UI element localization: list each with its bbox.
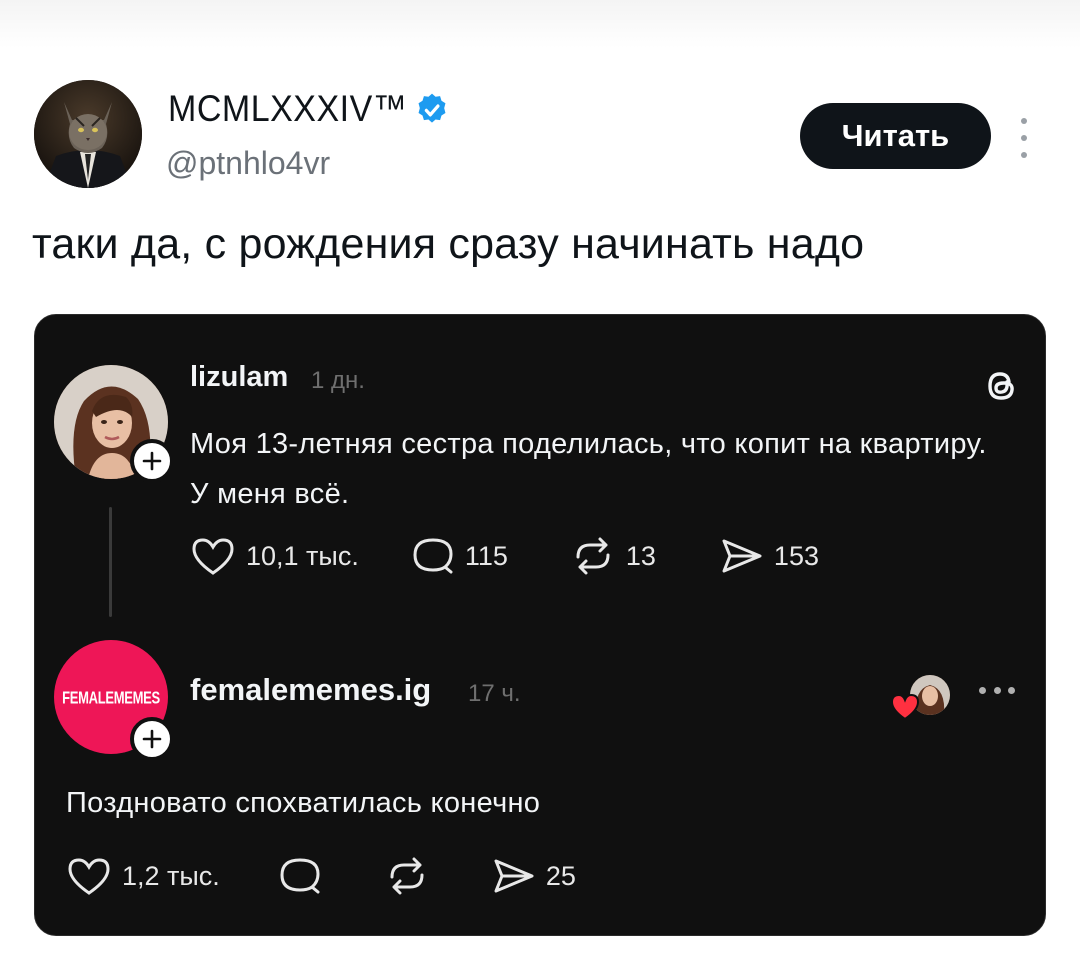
like-button-2[interactable]: 1,2 тыс. — [66, 855, 220, 897]
liked-by-author — [890, 675, 952, 723]
post2-timestamp: 17 ч. — [468, 680, 521, 707]
repost-count: 13 — [625, 540, 656, 571]
like-button[interactable]: 10,1 тыс. — [190, 535, 359, 577]
repost-icon — [576, 537, 610, 575]
post2-text: Поздновато спохватилась конечно — [66, 787, 541, 819]
thread-connector-line — [109, 507, 112, 617]
follow-plus-icon[interactable] — [130, 439, 174, 483]
post1-timestamp: 1 дн. — [311, 367, 365, 394]
repost-button-2[interactable] — [384, 855, 430, 897]
author-avatar[interactable] — [34, 80, 142, 188]
post-more-icon[interactable] — [979, 687, 1015, 697]
comment-icon — [280, 858, 320, 894]
share-count: 153 — [773, 540, 819, 571]
more-options-icon[interactable] — [1016, 118, 1032, 158]
post2-username: femalememes.ig — [190, 672, 432, 707]
send-icon — [722, 539, 762, 573]
send-icon — [494, 859, 534, 893]
author-handle[interactable]: @ptnhlo4vr — [166, 145, 330, 182]
post1-username: lizulam — [190, 361, 289, 393]
threads-logo-icon — [988, 372, 1014, 400]
post1-text: Моя 13-летняя сестра поделилась, что коп… — [190, 428, 987, 510]
top-edge — [0, 0, 1080, 48]
repost-button[interactable]: 13 — [570, 535, 656, 577]
tweet-text: таки да, с рождения сразу начинать надо — [32, 220, 865, 268]
heart-icon — [68, 858, 110, 895]
verified-badge-icon — [418, 93, 446, 123]
heart-icon — [192, 538, 234, 575]
comment-button-2[interactable] — [278, 855, 322, 897]
share-button-2[interactable]: 25 — [490, 855, 576, 897]
heart-filled-icon — [890, 693, 920, 721]
share-count-2: 25 — [545, 860, 576, 891]
repost-icon — [390, 857, 424, 895]
embedded-image[interactable]: lizulam 1 дн. Моя 13-летняя сестра подел… — [34, 314, 1046, 936]
like-count: 10,1 тыс. — [246, 540, 359, 571]
like-count-2: 1,2 тыс. — [122, 860, 220, 891]
author-name[interactable]: MCMLXXXIV™ — [168, 88, 449, 131]
avatar-logo-text: FEMALEMEMES — [62, 686, 160, 708]
comment-count: 115 — [464, 540, 508, 571]
comment-icon — [413, 538, 453, 574]
follow-button[interactable]: Читать — [800, 103, 991, 169]
comment-button[interactable]: 115 — [411, 535, 508, 577]
follow-plus-icon-2[interactable] — [130, 717, 174, 761]
post1-actions: 10,1 тыс. 115 13 153 — [190, 535, 819, 577]
author-name-text: MCMLXXXIV™ — [168, 88, 408, 130]
share-button[interactable]: 153 — [718, 535, 819, 577]
post2-actions: 1,2 тыс. 25 — [66, 855, 576, 897]
